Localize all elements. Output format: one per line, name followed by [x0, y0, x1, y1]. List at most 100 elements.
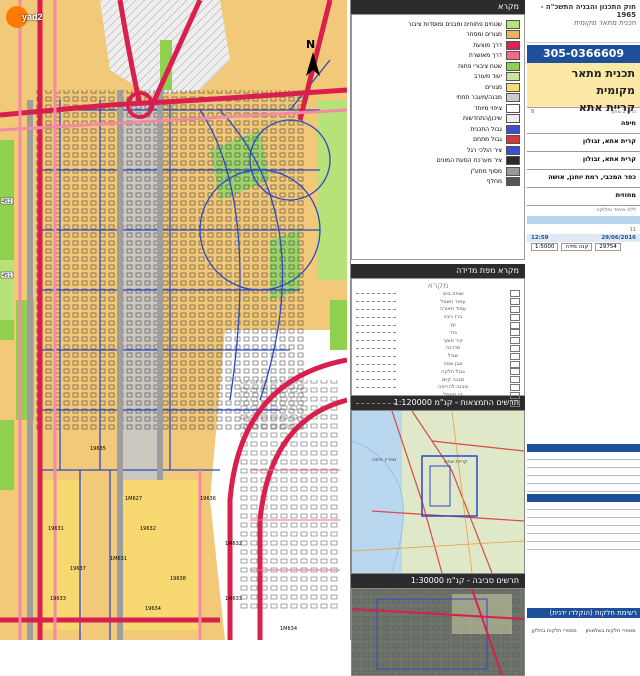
legend-item: יעוד מעורב [356, 72, 520, 83]
measure-line-sample [356, 293, 396, 295]
legend-label: יעוד מעורב [473, 73, 502, 81]
inset-surroundings-map[interactable] [351, 588, 525, 676]
zone-code: 19636 [200, 496, 216, 502]
measure-item: עמוד תאורה [356, 305, 520, 314]
measure-line-sample [356, 324, 397, 326]
measure-item: מבנה קיים [356, 376, 520, 384]
legend-item: מבנה/מעבר תחתי [356, 93, 520, 104]
measure-item: גבול חלקה [356, 368, 520, 376]
date-row: 12:59 29/06/2016 [527, 234, 640, 242]
legend-swatch [506, 124, 520, 134]
legend-item: מגורים ומסחר [356, 30, 520, 41]
measure-item: קיר תומך [356, 337, 520, 345]
legend-label: שטח ציבורי פתוח [458, 62, 502, 70]
measure-symbol-icon [510, 368, 520, 376]
legend-label: דרך מאושרת [468, 52, 502, 60]
inset-location-map[interactable]: מפרץ חיפה קריית אתא [351, 410, 525, 574]
parcels-columns: מספרי חלקות בשלמותן מספרי חלקות בחלקן [527, 628, 640, 634]
legend-title: מקרא [351, 0, 525, 14]
date: 29/06/2016 [601, 235, 636, 241]
measure-line-sample [356, 379, 396, 381]
legend-label: ציפוי מיוחד [474, 104, 502, 112]
measure-symbol-icon [510, 305, 520, 313]
zone-code: 19632 [140, 526, 156, 532]
measure-line-sample [356, 371, 397, 373]
plan-info-panel: חוק התכנון והבניה התשכ"ה - 1965 תכנית מת… [527, 0, 640, 640]
measure-item: מדרכה [356, 344, 520, 353]
measure-line-sample [356, 402, 396, 404]
table-row [527, 542, 640, 550]
measure-line-sample [356, 363, 396, 365]
measure-symbol-icon [510, 360, 520, 368]
legend-swatch [506, 93, 520, 103]
legend-label: שיכון/התחדשות [463, 115, 502, 123]
local-committee: קרית אתא, זבולון [527, 134, 640, 152]
legend-item: מחלף [356, 177, 520, 188]
table-row [527, 510, 640, 518]
legend-item: דרך מאושרת [356, 51, 520, 62]
measure-symbol-icon [510, 313, 520, 321]
legend-item: גבול התכנית [356, 124, 520, 135]
legend-label: מחלף [486, 178, 502, 186]
legend-item: דרך מוצעת [356, 40, 520, 51]
table-row [527, 476, 640, 484]
zone-code: 1M633 [225, 596, 242, 602]
parcels-title: רשימת חלקות (הוקלדו ידנית) [527, 608, 640, 618]
sheet-number: 29754 [595, 243, 621, 251]
legend-swatch [506, 135, 520, 145]
measure-line-sample [356, 340, 396, 342]
measure-label: שוחת ביוב [442, 290, 464, 297]
measure-label: עץ [450, 322, 456, 329]
legend-label: ציר מערכת הסעת המונים [436, 157, 502, 165]
measure-legend: מקרא שוחת ביוב עמוד חשמל עמוד תאורה ברז כיב… [351, 278, 525, 407]
zone-code: 1M632 [225, 541, 242, 547]
divider-bar [527, 216, 640, 224]
north-arrow-shape [306, 52, 320, 76]
plan-type-sub: ללא איחוד וחלוקה [596, 207, 636, 213]
measure-symbol-icon [510, 344, 520, 352]
table-header-bar [527, 444, 640, 452]
inset-label-bay: מפרץ חיפה [372, 457, 396, 463]
time: 12:59 [531, 235, 549, 241]
measure-item: עץ [356, 321, 520, 329]
inset-surroundings-title: תרשים סביבה - קנ"מ 1:30000 [351, 574, 525, 588]
measure-label: קיר תומך [443, 337, 463, 344]
legend-item: ציר הולכי רגל [356, 145, 520, 156]
table-row [527, 502, 640, 510]
legend-swatch [506, 40, 520, 50]
measure-label: גבול חלקה [441, 368, 465, 375]
legend-label: ציר הולכי רגל [467, 146, 502, 154]
scale-value: 1:5000 [531, 243, 559, 251]
legend-item: גבול מתחם [356, 135, 520, 146]
legend-swatch [506, 114, 520, 124]
legend-item: שטח ציבורי פתוח [356, 61, 520, 72]
measure-symbol-icon [510, 298, 520, 306]
measure-legend-title: מקרא מפת מדידה [351, 264, 525, 278]
legend-item: שטחים פתוחים ומבנים ומוסדות ציבור [356, 19, 520, 30]
legend-label: מסוף מתע"ן [470, 167, 502, 175]
law-header: חוק התכנון והבניה התשכ"ה - 1965 תכנית מת… [527, 0, 640, 43]
measure-item: שוחת ביוב [356, 290, 520, 298]
plan-map-drawing: 452 451 19631 19632 19633 19634 19635 19… [0, 0, 347, 640]
measure-label: מבנה קיים [441, 376, 465, 383]
zone-code: 1M634 [280, 626, 297, 632]
measure-symbol-icon [510, 337, 520, 345]
district: חיפה [527, 116, 640, 134]
table-row [527, 534, 640, 542]
legend-item: ציר מערכת הסעת המונים [356, 156, 520, 167]
measure-watermark: מקרא [427, 281, 449, 290]
yad2-logo: yad2 [6, 6, 43, 28]
legend-swatch [506, 72, 520, 82]
zone-code: 19638 [170, 576, 186, 582]
measure-item: גדר [356, 329, 520, 337]
plan-map[interactable]: 452 451 19631 19632 19633 19634 19635 19… [0, 0, 347, 640]
legend-item: מסוף מתע"ן [356, 166, 520, 177]
measure-rows: שוחת ביוב עמוד חשמל עמוד תאורה ברז כיבוי עץ ג… [356, 290, 520, 407]
measure-line-sample [356, 386, 396, 388]
zone-code: 19631 [48, 526, 64, 532]
legend-swatch [506, 61, 520, 71]
table-row [527, 518, 640, 526]
measure-item: עמוד חשמל [356, 298, 520, 306]
table-row [527, 460, 640, 468]
